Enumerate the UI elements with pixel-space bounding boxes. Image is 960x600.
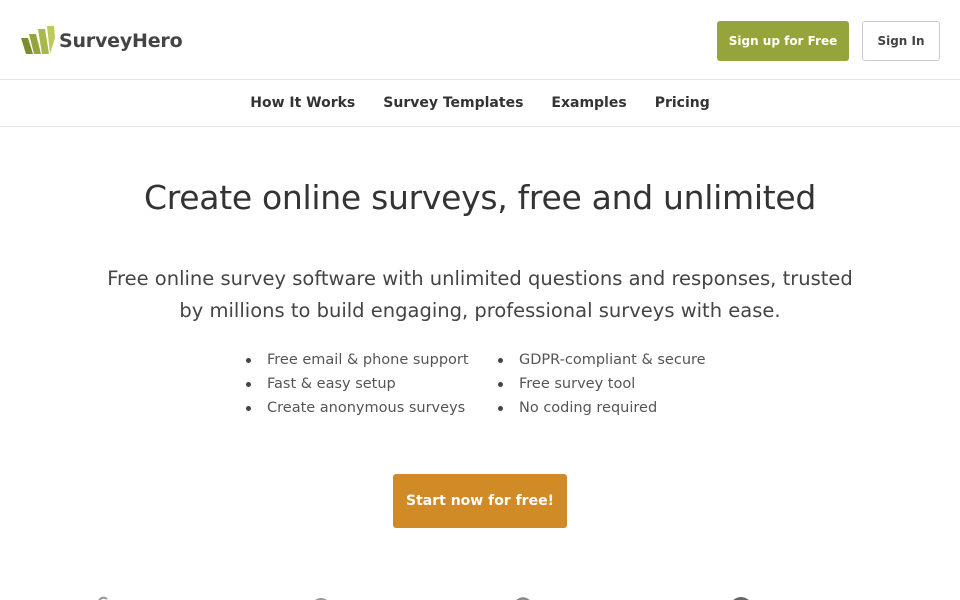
nav-item-how-it-works[interactable]: How It Works (250, 95, 355, 111)
feature-item: No coding required (497, 396, 706, 420)
surveyhero-logo-icon (21, 26, 55, 54)
site-header: SurveyHero Sign up for Free Sign In (0, 0, 960, 80)
logo[interactable]: SurveyHero (20, 26, 183, 56)
feature-item: Free survey tool (497, 372, 706, 396)
hero-title: Create online surveys, free and unlimite… (144, 178, 816, 217)
feature-item: Create anonymous surveys (245, 396, 469, 420)
feature-icon (314, 598, 328, 600)
feature-list: Free email & phone support Fast & easy s… (0, 348, 960, 428)
feature-icon (733, 597, 749, 600)
feature-item: Fast & easy setup (245, 372, 469, 396)
feature-icon (98, 596, 108, 600)
start-now-button[interactable]: Start now for free! (393, 474, 567, 528)
feature-item: GDPR-compliant & secure (497, 348, 706, 372)
logo-text: SurveyHero (59, 30, 183, 52)
feature-item: Free email & phone support (245, 348, 469, 372)
nav-item-survey-templates[interactable]: Survey Templates (383, 95, 523, 111)
main-nav: How It Works Survey Templates Examples P… (0, 80, 960, 127)
feature-column-left: Free email & phone support Fast & easy s… (245, 348, 469, 420)
hero-subtitle: Free online survey software with unlimit… (107, 267, 853, 322)
nav-item-examples[interactable]: Examples (551, 95, 626, 111)
feature-icon (516, 597, 530, 600)
nav-item-pricing[interactable]: Pricing (655, 95, 710, 111)
feature-column-right: GDPR-compliant & secure Free survey tool… (497, 348, 706, 420)
sign-up-button[interactable]: Sign up for Free (717, 21, 849, 61)
page: SurveyHero Sign up for Free Sign In How … (0, 0, 960, 600)
sign-in-button[interactable]: Sign In (862, 21, 940, 61)
